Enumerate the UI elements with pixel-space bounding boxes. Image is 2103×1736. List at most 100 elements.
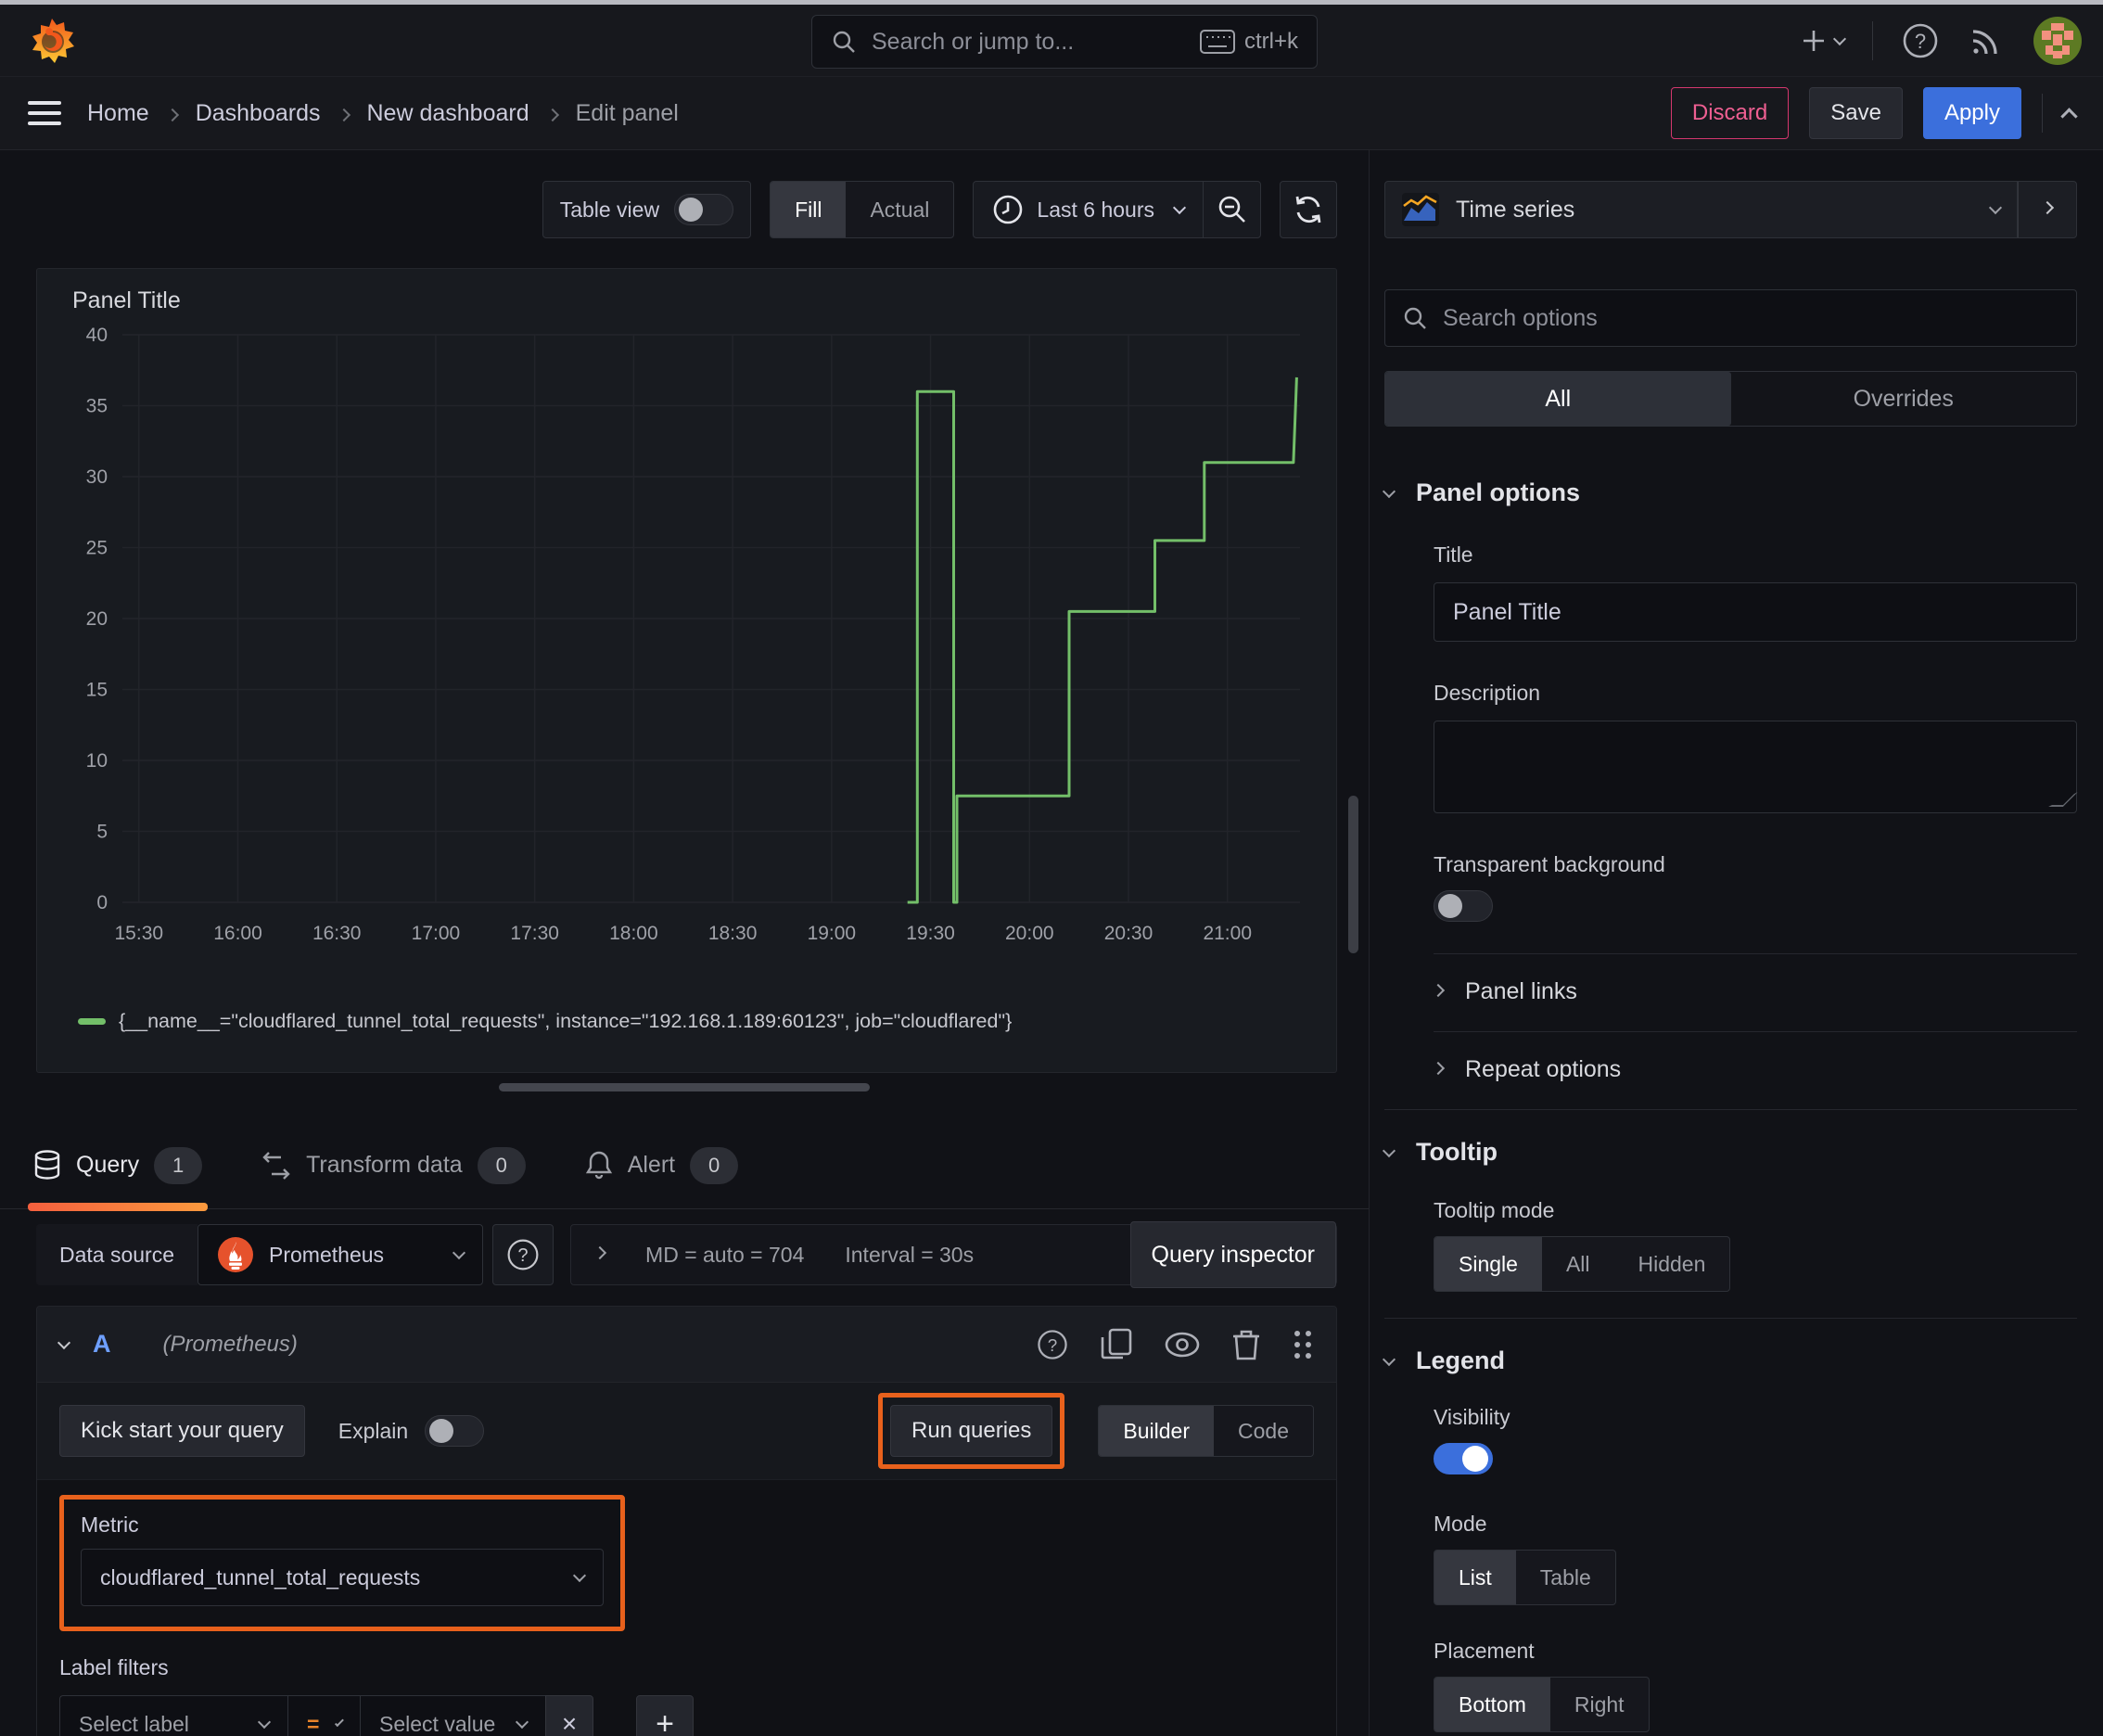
tooltip-all-option[interactable]: All bbox=[1542, 1237, 1614, 1291]
duplicate-icon[interactable] bbox=[1101, 1328, 1132, 1361]
drag-handle-icon[interactable] bbox=[1292, 1329, 1314, 1360]
zoom-out-icon bbox=[1218, 196, 1245, 223]
builder-option[interactable]: Builder bbox=[1099, 1406, 1215, 1456]
hamburger-icon bbox=[28, 101, 61, 125]
resize-handle-icon bbox=[2048, 792, 2078, 807]
explain-label: Explain bbox=[338, 1418, 409, 1443]
select-value-dropdown[interactable]: Select value bbox=[360, 1695, 545, 1736]
svg-text:5: 5 bbox=[96, 822, 108, 843]
query-toolbar: Kick start your query Explain Run querie… bbox=[37, 1383, 1336, 1479]
table-view-label: Table view bbox=[559, 197, 660, 222]
global-search-input[interactable]: Search or jump to... ctrl+k bbox=[811, 15, 1318, 69]
news-button[interactable] bbox=[1968, 22, 2005, 59]
placement-bottom-option[interactable]: Bottom bbox=[1434, 1678, 1550, 1731]
panel-links-header[interactable]: Panel links bbox=[1431, 978, 2077, 1005]
actual-option[interactable]: Actual bbox=[846, 182, 953, 237]
nav-actions: Discard Save Apply bbox=[1670, 87, 2078, 139]
legend-mode-segment: List Table bbox=[1434, 1550, 1616, 1605]
collapse-pane-button[interactable] bbox=[2060, 105, 2078, 125]
tab-query[interactable]: Query 1 bbox=[28, 1122, 209, 1211]
toggle-options-pane-button[interactable] bbox=[2018, 181, 2077, 238]
chevron-down-icon bbox=[572, 1568, 587, 1583]
legend-list-option[interactable]: List bbox=[1434, 1551, 1516, 1604]
svg-text:18:30: 18:30 bbox=[708, 923, 758, 944]
remove-filter-button[interactable]: × bbox=[545, 1695, 593, 1736]
repeat-options-header[interactable]: Repeat options bbox=[1431, 1056, 2077, 1083]
zoom-out-button[interactable] bbox=[1203, 182, 1260, 237]
operator-dropdown[interactable]: = bbox=[287, 1695, 360, 1736]
query-row-header[interactable]: A (Prometheus) ? bbox=[37, 1307, 1336, 1383]
legend-visibility-toggle[interactable] bbox=[1434, 1443, 1493, 1474]
help-icon[interactable]: ? bbox=[1036, 1328, 1069, 1361]
tab-all[interactable]: All bbox=[1385, 372, 1731, 426]
tab-alert[interactable]: Alert 0 bbox=[585, 1122, 739, 1208]
panel-options-header[interactable]: Panel options bbox=[1382, 479, 2077, 507]
eye-icon[interactable] bbox=[1164, 1331, 1201, 1359]
divider bbox=[1384, 1109, 2077, 1110]
keyboard-icon bbox=[1199, 30, 1235, 54]
breadcrumb-new-dashboard[interactable]: New dashboard bbox=[367, 100, 529, 127]
timeseries-chart[interactable]: 0 5 10 15 20 25 30 35 40 15:30 16:00 16:30 17:00 17:3… bbox=[52, 320, 1323, 1008]
query-inspector-button[interactable]: Query inspector bbox=[1129, 1221, 1336, 1288]
svg-text:20:00: 20:00 bbox=[1005, 923, 1054, 944]
chevron-down-icon bbox=[1382, 1352, 1396, 1366]
database-icon bbox=[34, 1149, 60, 1180]
tab-transform-data[interactable]: Transform data 0 bbox=[261, 1122, 526, 1208]
add-filter-button[interactable]: + bbox=[636, 1695, 694, 1736]
chevron-up-icon bbox=[2060, 107, 2078, 125]
explain-toggle[interactable] bbox=[425, 1415, 485, 1447]
code-option[interactable]: Code bbox=[1214, 1406, 1313, 1456]
active-tab-underline bbox=[28, 1203, 209, 1211]
fill-option[interactable]: Fill bbox=[771, 182, 847, 237]
divider bbox=[1434, 953, 2077, 954]
placement-right-option[interactable]: Right bbox=[1550, 1678, 1649, 1731]
discard-button[interactable]: Discard bbox=[1670, 87, 1790, 139]
save-button[interactable]: Save bbox=[1809, 87, 1903, 139]
breadcrumb-dashboards[interactable]: Dashboards bbox=[196, 100, 321, 127]
options-search-input[interactable] bbox=[1443, 304, 2059, 332]
run-queries-button[interactable]: Run queries bbox=[889, 1405, 1053, 1457]
new-button[interactable] bbox=[1800, 27, 1847, 55]
trash-icon[interactable] bbox=[1232, 1328, 1260, 1361]
legend-table-option[interactable]: Table bbox=[1516, 1551, 1615, 1604]
tooltip-header[interactable]: Tooltip bbox=[1382, 1138, 2077, 1167]
table-view-toggle[interactable] bbox=[674, 194, 734, 225]
viz-select[interactable]: Time series bbox=[1384, 181, 2018, 238]
prometheus-icon bbox=[218, 1237, 254, 1272]
query-options-box[interactable]: MD = auto = 704 Interval = 30s Query ins… bbox=[570, 1221, 1337, 1288]
breadcrumb-home[interactable]: Home bbox=[87, 100, 149, 127]
grafana-logo-icon[interactable] bbox=[28, 17, 76, 65]
avatar[interactable] bbox=[2033, 16, 2083, 66]
apply-button[interactable]: Apply bbox=[1922, 87, 2021, 139]
edit-area: Table view Fill Actual Last 6 hours Pane… bbox=[0, 150, 1369, 1736]
fill-actual-segment: Fill Actual bbox=[770, 181, 955, 238]
legend-item[interactable]: {__name__="cloudflared_tunnel_total_requ… bbox=[52, 1010, 1321, 1033]
tooltip-hidden-option[interactable]: Hidden bbox=[1614, 1237, 1730, 1291]
horizontal-scrollbar[interactable] bbox=[499, 1083, 870, 1091]
vertical-scrollbar[interactable] bbox=[1348, 796, 1358, 953]
refresh-button[interactable] bbox=[1280, 181, 1337, 238]
refresh-icon bbox=[1295, 196, 1321, 223]
chevron-down-icon bbox=[257, 1715, 272, 1730]
collapse-query-icon[interactable] bbox=[57, 1335, 71, 1349]
chevron-right-icon bbox=[1431, 983, 1446, 997]
legend-header[interactable]: Legend bbox=[1382, 1347, 2077, 1375]
tooltip-single-option[interactable]: Single bbox=[1434, 1237, 1542, 1291]
window-edge bbox=[0, 0, 2103, 5]
panel-title-input[interactable] bbox=[1434, 582, 2077, 642]
time-range-button[interactable]: Last 6 hours bbox=[974, 182, 1203, 237]
transparent-background-toggle[interactable] bbox=[1434, 890, 1493, 922]
query-ref-id: A bbox=[93, 1330, 111, 1358]
tab-overrides[interactable]: Overrides bbox=[1731, 372, 2077, 426]
help-button[interactable]: ? bbox=[1901, 21, 1940, 60]
datasource-help-button[interactable]: ? bbox=[492, 1224, 554, 1285]
select-label-dropdown[interactable]: Select label bbox=[59, 1695, 287, 1736]
datasource-select[interactable]: Prometheus bbox=[198, 1224, 484, 1285]
placement-label: Placement bbox=[1434, 1639, 1535, 1663]
description-textarea[interactable] bbox=[1434, 721, 2077, 813]
menu-button[interactable] bbox=[28, 99, 61, 127]
metric-select[interactable]: cloudflared_tunnel_total_requests bbox=[81, 1549, 604, 1606]
chevron-down-icon bbox=[335, 1717, 345, 1727]
kick-start-button[interactable]: Kick start your query bbox=[59, 1405, 305, 1457]
metric-highlight: Metric cloudflared_tunnel_total_requests bbox=[59, 1495, 625, 1631]
